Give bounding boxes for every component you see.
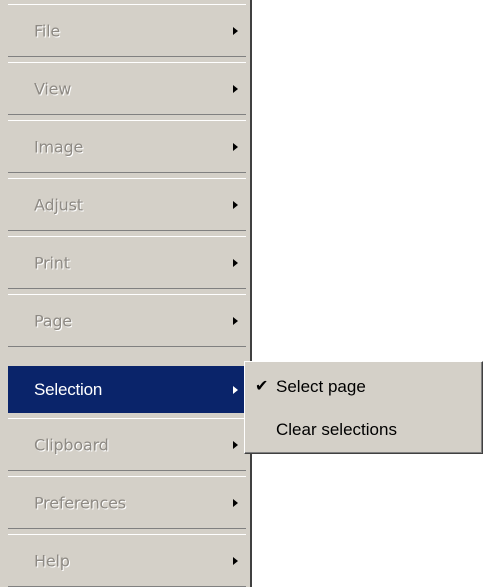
- submenu-item-select-page[interactable]: ✔ Select page: [245, 371, 482, 403]
- submenu-item-label: Select page: [276, 377, 366, 396]
- menu-item-label: View: [34, 79, 72, 98]
- submenu-arrow-icon: [233, 200, 238, 209]
- menu-item-help[interactable]: Help: [8, 534, 246, 587]
- menu-item-page[interactable]: Page: [8, 294, 246, 347]
- submenu-arrow-icon: [233, 556, 238, 565]
- submenu-arrow-icon: [233, 26, 238, 35]
- main-menu: File View Image Adjust Print Page Select…: [0, 0, 252, 587]
- menu-item-label: Help: [34, 551, 70, 570]
- menu-item-label: File: [34, 21, 60, 40]
- submenu-arrow-icon: [233, 498, 238, 507]
- menu-item-selection[interactable]: Selection: [8, 366, 246, 413]
- menu-item-label: Clipboard: [34, 435, 109, 454]
- submenu-arrow-icon: [233, 258, 238, 267]
- selection-submenu: ✔ Select page Clear selections: [244, 361, 483, 454]
- menu-item-view[interactable]: View: [8, 62, 246, 115]
- menu-item-print[interactable]: Print: [8, 236, 246, 289]
- menu-item-adjust[interactable]: Adjust: [8, 178, 246, 231]
- submenu-arrow-icon: [233, 440, 238, 449]
- menu-item-image[interactable]: Image: [8, 120, 246, 173]
- menu-item-preferences[interactable]: Preferences: [8, 476, 246, 529]
- menu-item-label: Adjust: [34, 195, 83, 214]
- menu-item-label: Preferences: [34, 493, 126, 512]
- menu-item-label: Print: [34, 253, 70, 272]
- submenu-item-clear-selections[interactable]: Clear selections: [245, 414, 482, 446]
- menu-item-label: Selection: [34, 379, 103, 399]
- menu-item-label: Image: [34, 137, 84, 156]
- checkmark-icon: ✔: [255, 378, 269, 395]
- submenu-arrow-icon: [233, 142, 238, 151]
- submenu-arrow-icon: [233, 316, 238, 325]
- submenu-arrow-icon: [233, 385, 238, 394]
- submenu-arrow-icon: [233, 84, 238, 93]
- submenu-item-label: Clear selections: [276, 420, 397, 439]
- menu-item-clipboard[interactable]: Clipboard: [8, 418, 246, 471]
- menu-item-file[interactable]: File: [8, 4, 246, 57]
- menu-item-label: Page: [34, 311, 72, 330]
